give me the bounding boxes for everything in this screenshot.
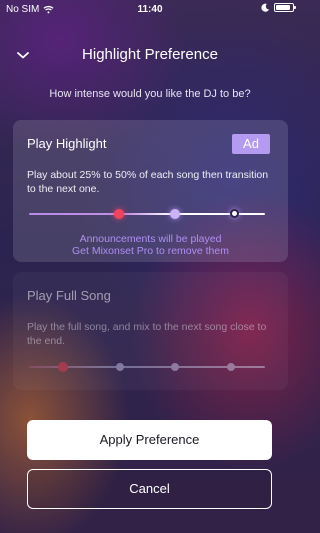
page-title: Highlight Preference bbox=[82, 46, 218, 63]
option-description: Play the full song, and mix to the next … bbox=[27, 321, 267, 347]
slider-stop[interactable] bbox=[114, 209, 124, 219]
slider-stop[interactable] bbox=[230, 209, 239, 218]
intensity-slider[interactable] bbox=[29, 360, 265, 374]
option-description: Play about 25% to 50% of each song then … bbox=[27, 169, 269, 195]
battery-icon bbox=[274, 3, 296, 12]
status-bar: No SIM 11:40 bbox=[0, 0, 300, 20]
promo-text: Announcements will be played Get Mixonse… bbox=[13, 233, 288, 257]
intensity-slider[interactable] bbox=[29, 207, 265, 221]
slider-stop[interactable] bbox=[116, 363, 124, 371]
apply-preference-button[interactable]: Apply Preference bbox=[27, 420, 272, 460]
option-play-full-song[interactable]: Play Full Song Play the full song, and m… bbox=[13, 272, 288, 390]
promo-line-announcements: Announcements will be played bbox=[79, 233, 222, 245]
option-title: Play Highlight bbox=[27, 136, 107, 151]
option-title: Play Full Song bbox=[27, 288, 111, 303]
slider-stop[interactable] bbox=[58, 362, 68, 372]
status-time: 11:40 bbox=[137, 4, 163, 15]
question-text: How intense would you like the DJ to be? bbox=[49, 88, 251, 100]
slider-stop[interactable] bbox=[170, 209, 180, 219]
cancel-button[interactable]: Cancel bbox=[27, 469, 272, 509]
ad-badge: Ad bbox=[232, 134, 270, 154]
option-play-highlight[interactable]: Play Highlight Ad Play about 25% to 50% … bbox=[13, 120, 288, 262]
promo-line-upgrade: Get Mixonset Pro to remove them bbox=[72, 245, 229, 257]
status-right bbox=[261, 3, 296, 12]
header: Highlight Preference bbox=[0, 42, 300, 68]
moon-icon bbox=[261, 3, 270, 12]
slider-stop[interactable] bbox=[171, 363, 179, 371]
slider-stop[interactable] bbox=[227, 363, 235, 371]
